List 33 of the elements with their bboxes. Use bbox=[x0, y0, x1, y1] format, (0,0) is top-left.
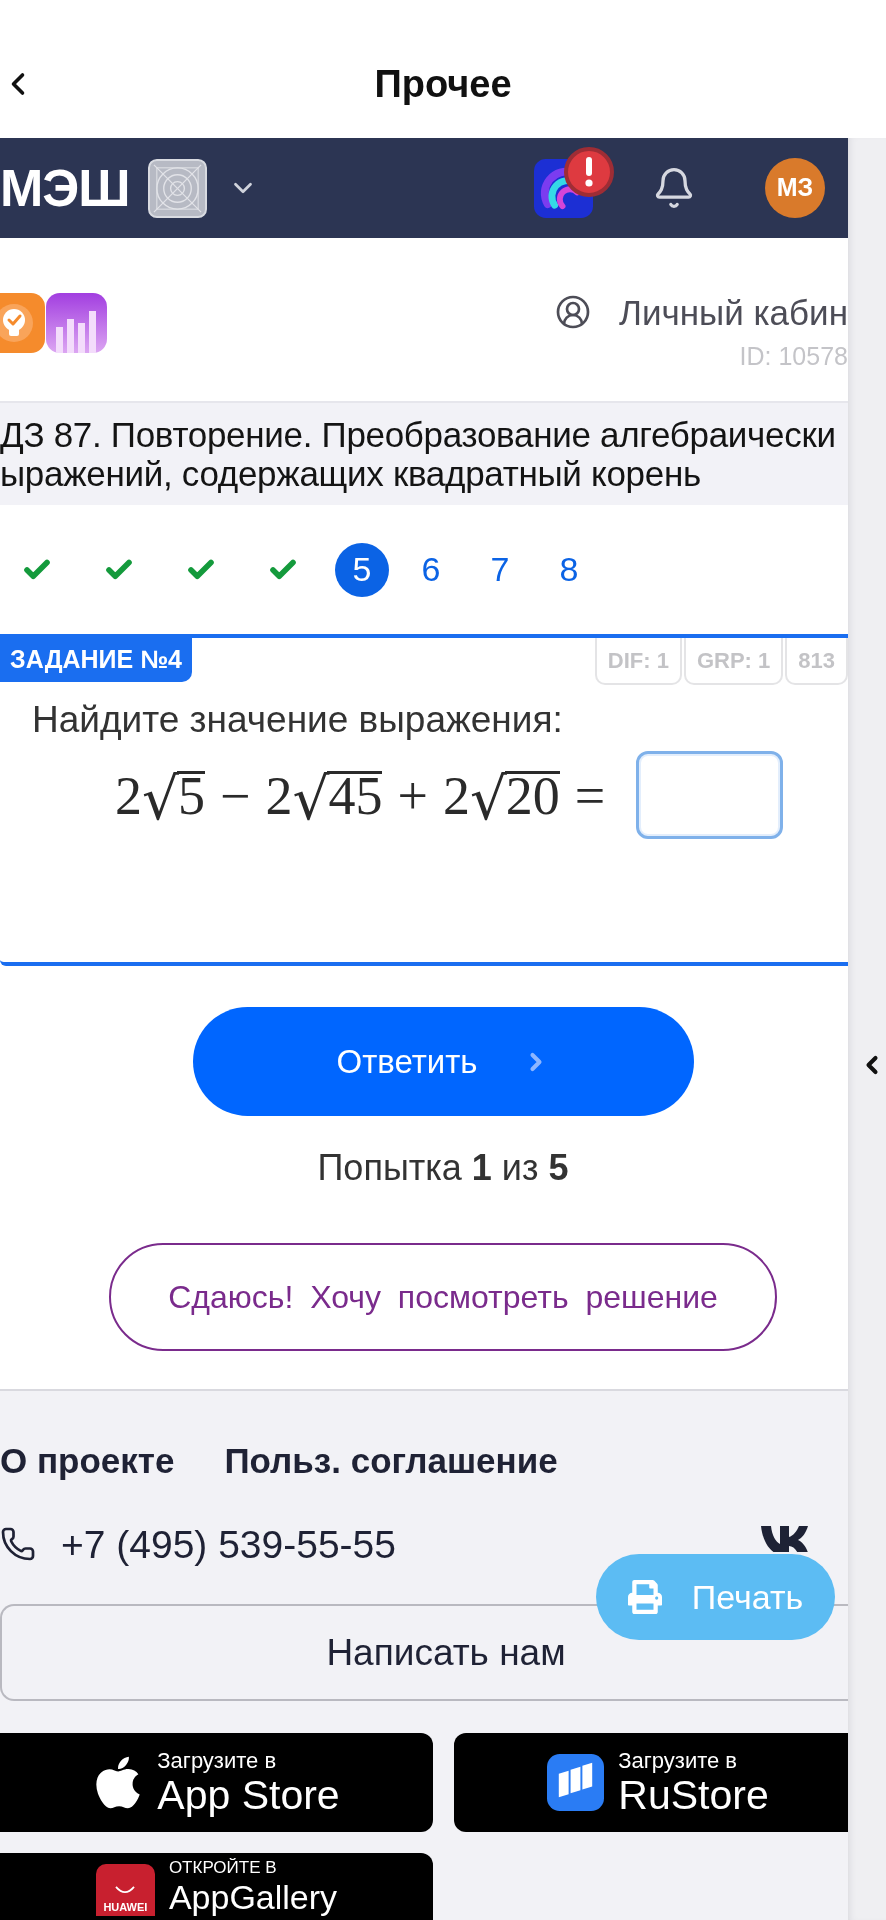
logo-text: HUAWEI bbox=[103, 1900, 148, 1914]
brand-logo[interactable]: МЭШ bbox=[0, 162, 130, 214]
meta-tag: DIF: 1 bbox=[594, 638, 682, 685]
store-badge[interactable]: HUAWEI ОТКРОЙТЕ В AppGallery bbox=[0, 1853, 433, 1920]
step-tab[interactable]: 6 bbox=[404, 542, 458, 597]
smile-curve-icon bbox=[114, 1885, 137, 1894]
meta-tag: GRP: 1 bbox=[683, 638, 784, 685]
user-circle-icon bbox=[555, 294, 591, 330]
grid-square-icon bbox=[147, 158, 207, 218]
task-prompt: Найдите значение выражения: bbox=[31, 699, 564, 741]
store-badge[interactable]: Загрузите в App Store bbox=[0, 1733, 433, 1832]
store-badge[interactable]: Загрузите в RuStore bbox=[454, 1733, 848, 1832]
task-label: ЗАДАНИЕ №4 bbox=[0, 638, 192, 682]
phone-link[interactable]: +7 (495) 539-55-55 bbox=[61, 1524, 396, 1564]
step-tab[interactable]: 5 bbox=[335, 542, 389, 597]
give-up-button[interactable]: Сдаюсь! Хочу посмотреть решение bbox=[109, 1243, 777, 1351]
account-id: ID: 10578 bbox=[739, 344, 848, 369]
page-title: Прочее bbox=[374, 61, 512, 107]
step-tab[interactable]: 7 bbox=[473, 542, 527, 597]
footer-link[interactable]: О проекте bbox=[0, 1442, 175, 1478]
rustore-logo-icon bbox=[547, 1754, 605, 1811]
attempt-counter: Попытка 1 из 5 bbox=[317, 1148, 569, 1188]
lightbulb-app-icon[interactable] bbox=[0, 293, 45, 353]
bar-chart-app-icon[interactable] bbox=[46, 293, 107, 353]
phone-icon bbox=[0, 1526, 36, 1562]
math-expression: 2√5 − 2√45 + 2√20 = bbox=[115, 770, 607, 820]
assignment-title: ДЗ 87. Повторение. Преобразование алгебраически ыражений, содержащих квадратный корень bbox=[0, 415, 836, 493]
answer-field[interactable] bbox=[636, 751, 784, 839]
printer-icon bbox=[627, 1580, 662, 1614]
submit-button[interactable]: Ответить bbox=[192, 1007, 694, 1116]
footer-link[interactable]: Польз. соглашение bbox=[224, 1442, 558, 1478]
step-tab[interactable]: 8 bbox=[542, 542, 596, 597]
account-link[interactable]: Личный кабин bbox=[555, 294, 848, 330]
